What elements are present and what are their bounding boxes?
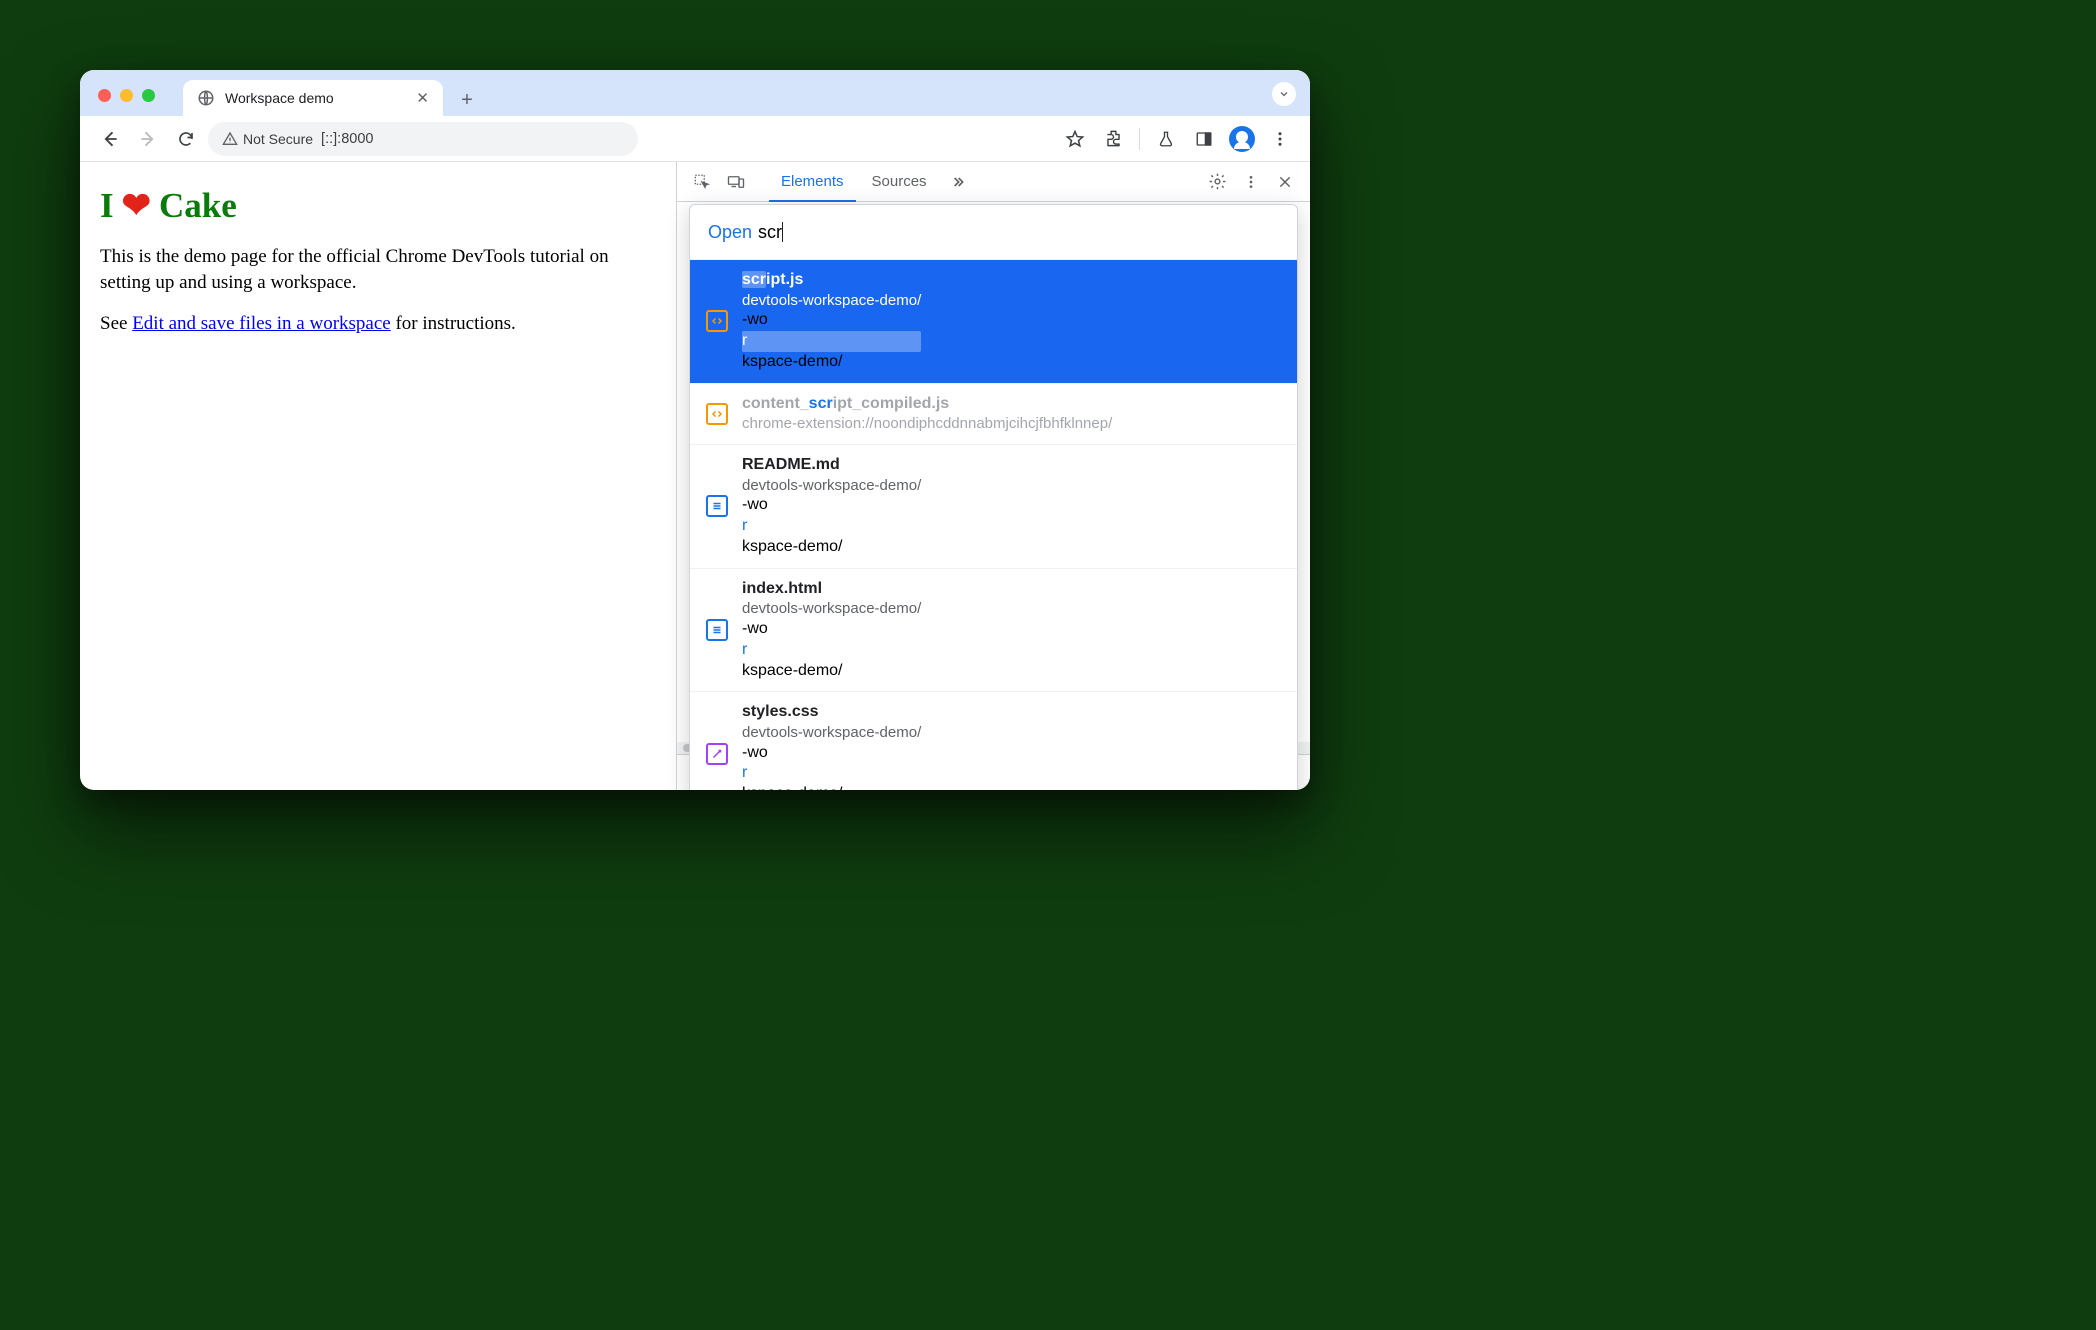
browser-window: Workspace demo ✕ + Not Secure [::]:8000 (80, 70, 1310, 790)
browser-toolbar: Not Secure [::]:8000 (80, 116, 1310, 162)
browser-tab[interactable]: Workspace demo ✕ (183, 80, 443, 116)
labs-flask-icon[interactable] (1150, 123, 1182, 155)
result-filename: README.md (742, 455, 921, 476)
maximize-window-button[interactable] (142, 89, 155, 102)
palette-result[interactable]: index.html devtools-workspace-demo/-work… (690, 568, 1297, 692)
result-path: chrome-extension://noondiphcddnnabmjcihc… (742, 414, 1112, 434)
globe-icon (197, 89, 215, 107)
device-mode-icon[interactable] (721, 167, 751, 197)
window-controls (98, 89, 155, 102)
palette-result[interactable]: README.md devtools-workspace-demo/-works… (690, 444, 1297, 568)
settings-gear-icon[interactable] (1202, 167, 1232, 197)
heart-icon: ❤ (122, 186, 151, 226)
result-filename: script.js (742, 270, 921, 291)
result-filename: index.html (742, 579, 921, 600)
palette-result[interactable]: content_script_compiled.js chrome-extens… (690, 383, 1297, 444)
heading-text-i: I (100, 186, 114, 226)
result-filename: styles.css (742, 702, 921, 723)
extensions-icon[interactable] (1097, 123, 1129, 155)
forward-button[interactable] (132, 123, 164, 155)
more-tabs-icon[interactable] (943, 167, 973, 197)
security-label: Not Secure (243, 131, 313, 147)
file-type-icon (706, 619, 728, 641)
kebab-menu-icon[interactable] (1264, 123, 1296, 155)
inspect-element-icon[interactable] (687, 167, 717, 197)
file-type-icon (706, 495, 728, 517)
result-path: devtools-workspace-demo/ (742, 476, 921, 496)
bookmark-star-icon[interactable] (1059, 123, 1091, 155)
workspace-tutorial-link[interactable]: Edit and save files in a workspace (132, 313, 391, 334)
back-button[interactable] (94, 123, 126, 155)
command-palette: Open scr script.js devtools-workspace-de… (689, 204, 1298, 790)
page-heading: I ❤ Cake (100, 186, 656, 226)
file-type-icon (706, 310, 728, 332)
result-filename: content_script_compiled.js (742, 394, 1112, 415)
security-badge[interactable]: Not Secure (222, 131, 313, 147)
warning-triangle-icon (222, 131, 238, 147)
tab-elements[interactable]: Elements (769, 163, 856, 202)
expand-tabstrip-button[interactable] (1272, 82, 1296, 106)
result-path: devtools-workspace-demo/ (742, 723, 921, 743)
tab-strip: Workspace demo ✕ + (80, 70, 1310, 116)
palette-result[interactable]: script.js devtools-workspace-demo/-works… (690, 259, 1297, 383)
heading-text-cake: Cake (159, 186, 237, 226)
devtools-kebab-icon[interactable] (1236, 167, 1266, 197)
close-tab-icon[interactable]: ✕ (416, 89, 429, 107)
file-type-icon (706, 743, 728, 765)
palette-result[interactable]: styles.css devtools-workspace-demo/-work… (690, 691, 1297, 790)
rendered-page: I ❤ Cake This is the demo page for the o… (80, 162, 676, 790)
reload-button[interactable] (170, 123, 202, 155)
close-window-button[interactable] (98, 89, 111, 102)
content-area: I ❤ Cake This is the demo page for the o… (80, 162, 1310, 790)
devtools-toolbar: Elements Sources (677, 162, 1310, 202)
tab-title: Workspace demo (225, 90, 406, 106)
side-panel-icon[interactable] (1188, 123, 1220, 155)
link-paragraph: See Edit and save files in a workspace f… (100, 311, 656, 337)
devtools-panel: Elements Sources Open (676, 162, 1310, 790)
p2-suffix: for instructions. (391, 313, 516, 334)
address-bar[interactable]: Not Secure [::]:8000 (208, 122, 638, 156)
palette-input-row: Open scr (690, 205, 1297, 259)
profile-avatar[interactable] (1226, 123, 1258, 155)
minimize-window-button[interactable] (120, 89, 133, 102)
file-type-icon (706, 403, 728, 425)
palette-open-label: Open (708, 222, 752, 243)
new-tab-button[interactable]: + (449, 89, 485, 112)
tab-sources[interactable]: Sources (860, 162, 939, 201)
close-devtools-icon[interactable] (1270, 167, 1300, 197)
intro-paragraph: This is the demo page for the official C… (100, 244, 656, 295)
result-path: devtools-workspace-demo/ (742, 599, 921, 619)
p2-prefix: See (100, 313, 132, 334)
url-text: [::]:8000 (321, 131, 373, 147)
result-path: devtools-workspace-demo/ (742, 291, 921, 311)
